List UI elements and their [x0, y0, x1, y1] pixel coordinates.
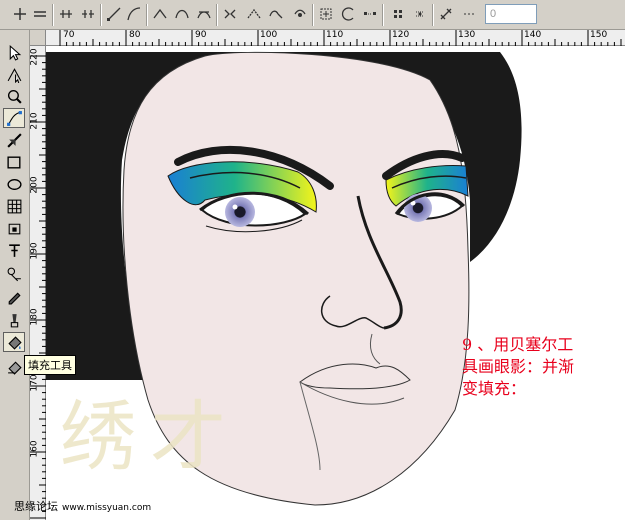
ruler-label: 70 [63, 30, 75, 40]
symmetrical-node-icon[interactable] [194, 4, 214, 24]
polygon-tool-icon[interactable] [3, 196, 25, 216]
select-all-nodes-icon[interactable] [436, 4, 456, 24]
ruler-label: 150 [590, 30, 608, 40]
eyedropper-tool-icon[interactable] [3, 286, 25, 306]
to-line-icon[interactable] [104, 4, 124, 24]
extend-curve-icon[interactable] [244, 4, 264, 24]
interactive-blend-tool-icon[interactable] [3, 264, 25, 284]
break-curve-icon[interactable] [78, 4, 98, 24]
text-tool-icon[interactable] [3, 240, 25, 260]
ruler-label: 120 [392, 30, 410, 40]
smart-fill-tool-icon[interactable] [3, 130, 25, 150]
ellipse-tool-icon[interactable] [3, 174, 25, 194]
align-nodes-icon[interactable] [338, 4, 358, 24]
stretch-nodes-icon[interactable] [290, 4, 310, 24]
ruler-label: 100 [260, 30, 278, 40]
extract-subpath-icon[interactable] [266, 4, 286, 24]
reverse-direction-icon[interactable] [220, 4, 240, 24]
freehand-tool-icon[interactable] [3, 108, 25, 128]
interactive-fill-tool-icon[interactable] [3, 356, 25, 376]
tool-tooltip: 填充工具 [24, 355, 76, 375]
rotate-nodes-icon[interactable] [316, 4, 336, 24]
smoothness-slider-icon[interactable] [460, 4, 480, 24]
footer-credit: 思缘论坛 www.missyuan.com [14, 498, 151, 514]
delete-node-icon[interactable] [30, 4, 50, 24]
ruler-label: 110 [326, 30, 344, 40]
reflect-vertical-icon[interactable] [388, 4, 408, 24]
note-line: 变填充： [462, 379, 527, 398]
to-curve-icon[interactable] [124, 4, 144, 24]
ruler-label: 180 [29, 308, 40, 326]
join-nodes-icon[interactable] [56, 4, 76, 24]
elastic-mode-icon[interactable] [410, 4, 430, 24]
curve-smoothness-input[interactable]: 0 [485, 4, 537, 24]
ruler-label: 130 [458, 30, 476, 40]
left-iris [225, 197, 255, 227]
site-url: www.missyuan.com [62, 503, 152, 513]
ruler-label: 200 [29, 176, 40, 194]
pick-tool-icon[interactable] [3, 42, 25, 62]
site-name: 思缘论坛 [14, 500, 58, 513]
note-line: 9 、用贝塞尔工 [462, 335, 574, 354]
watermark: 绣才 [60, 392, 240, 481]
ruler-origin[interactable] [30, 30, 46, 46]
ruler-label: 90 [195, 30, 207, 40]
smooth-node-icon[interactable] [172, 4, 192, 24]
horizontal-ruler[interactable]: 70 80 90 100 110 120 130 140 150 [30, 30, 625, 46]
shape-tool-icon[interactable] [3, 64, 25, 84]
ruler-label: 220 [29, 48, 40, 66]
reflect-horizontal-icon[interactable] [360, 4, 380, 24]
tutorial-note: 9 、用贝塞尔工 具画眼影：并渐 变填充： [462, 334, 622, 400]
note-line: 具画眼影：并渐 [462, 357, 575, 376]
toolbox [0, 30, 30, 520]
ruler-label: 160 [29, 440, 40, 458]
rectangle-tool-icon[interactable] [3, 152, 25, 172]
outline-tool-icon[interactable] [3, 310, 25, 330]
property-bar: 0 [0, 0, 625, 30]
vertical-ruler[interactable]: 220 210 200 190 180 170 160 [30, 46, 46, 520]
zoom-tool-icon[interactable] [3, 86, 25, 106]
ruler-label: 140 [524, 30, 542, 40]
ruler-label: 170 [29, 374, 40, 392]
ruler-label: 80 [129, 30, 141, 40]
fill-tool-icon[interactable] [3, 332, 25, 352]
add-node-icon[interactable] [10, 4, 30, 24]
basic-shapes-tool-icon[interactable] [3, 218, 25, 238]
ruler-label: 190 [29, 242, 40, 260]
cusp-node-icon[interactable] [150, 4, 170, 24]
ruler-label: 210 [29, 112, 40, 130]
